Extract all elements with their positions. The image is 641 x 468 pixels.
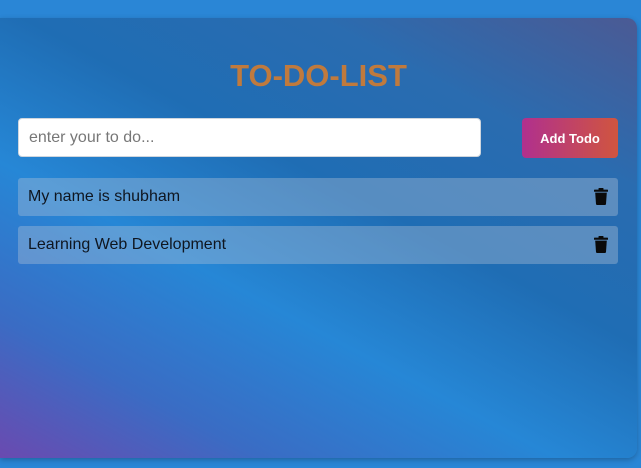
todo-item: Learning Web Development (18, 226, 618, 264)
trash-icon[interactable] (594, 236, 608, 253)
add-todo-button[interactable]: Add Todo (522, 118, 618, 158)
todo-item-text: My name is shubham (28, 188, 181, 205)
trash-icon[interactable] (594, 188, 608, 205)
todo-item: My name is shubham (18, 178, 618, 216)
todo-list: My name is shubham Learning Web Developm… (18, 178, 618, 274)
todo-item-text: Learning Web Development (28, 236, 227, 253)
app-title: TO-DO-LIST (230, 58, 407, 93)
todo-card: TO-DO-LIST Add Todo My name is shubham L… (0, 18, 637, 458)
todo-input[interactable] (18, 118, 481, 157)
